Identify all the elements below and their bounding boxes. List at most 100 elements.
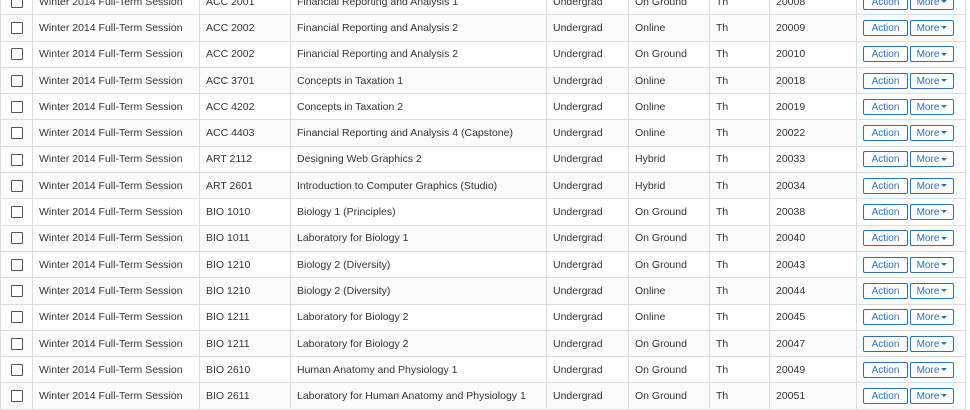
row-checkbox[interactable] bbox=[10, 337, 23, 350]
row-checkbox[interactable] bbox=[10, 363, 23, 376]
day-cell: Th bbox=[709, 224, 770, 252]
action-button[interactable]: Action bbox=[863, 204, 908, 221]
level-cell: Undergrad bbox=[546, 93, 629, 121]
row-select-cell bbox=[0, 0, 33, 16]
day-cell: Th bbox=[709, 172, 770, 200]
caret-down-icon bbox=[941, 52, 948, 56]
course-code-cell: ACC 4202 bbox=[199, 93, 291, 121]
row-checkbox[interactable] bbox=[10, 179, 23, 192]
more-dropdown-button[interactable]: More bbox=[910, 72, 954, 89]
row-checkbox[interactable] bbox=[10, 153, 23, 166]
action-button[interactable]: Action bbox=[863, 151, 908, 168]
more-dropdown-button[interactable]: More bbox=[910, 177, 954, 194]
action-button[interactable]: Action bbox=[863, 125, 908, 142]
course-code-cell: ACC 2002 bbox=[199, 40, 291, 68]
action-button[interactable]: Action bbox=[863, 309, 908, 326]
action-button[interactable]: Action bbox=[863, 230, 908, 247]
more-dropdown-button[interactable]: More bbox=[910, 361, 954, 378]
row-checkbox[interactable] bbox=[10, 311, 23, 324]
caret-down-icon bbox=[941, 394, 948, 398]
row-checkbox[interactable] bbox=[10, 390, 23, 403]
session-cell: Winter 2014 Full-Term Session bbox=[32, 303, 200, 331]
action-button[interactable]: Action bbox=[863, 335, 908, 352]
row-actions-cell: Action More bbox=[856, 66, 966, 95]
action-button[interactable]: Action bbox=[863, 72, 908, 89]
course-code-cell: BIO 1010 bbox=[199, 198, 291, 226]
row-checkbox[interactable] bbox=[10, 258, 23, 271]
row-checkbox[interactable] bbox=[10, 127, 23, 140]
row-actions-cell: Action More bbox=[856, 14, 966, 42]
delivery-mode-cell: On Ground bbox=[628, 382, 710, 410]
level-cell: Undergrad bbox=[546, 277, 629, 305]
row-checkbox[interactable] bbox=[10, 206, 23, 219]
row-select-cell bbox=[0, 40, 33, 68]
row-checkbox[interactable] bbox=[10, 22, 23, 35]
more-label: More bbox=[916, 364, 940, 376]
delivery-mode-cell: On Ground bbox=[628, 250, 710, 279]
action-button[interactable]: Action bbox=[863, 46, 908, 63]
row-actions-cell: Action More bbox=[856, 0, 966, 16]
action-button[interactable]: Action bbox=[863, 282, 908, 299]
more-dropdown-button[interactable]: More bbox=[910, 204, 954, 221]
row-actions-cell: Action More bbox=[856, 119, 966, 147]
crn-cell: 20051 bbox=[769, 382, 857, 410]
action-button[interactable]: Action bbox=[863, 361, 908, 378]
caret-down-icon bbox=[941, 184, 948, 188]
course-code-cell: BIO 2610 bbox=[199, 356, 291, 384]
crn-cell: 20047 bbox=[769, 329, 857, 358]
more-label: More bbox=[916, 180, 940, 192]
table-row: Winter 2014 Full-Term Session BIO 1010 Bio… bbox=[0, 198, 966, 226]
action-button[interactable]: Action bbox=[863, 0, 908, 10]
caret-down-icon bbox=[941, 262, 948, 266]
day-cell: Th bbox=[709, 329, 770, 358]
row-checkbox[interactable] bbox=[10, 100, 23, 113]
session-cell: Winter 2014 Full-Term Session bbox=[32, 172, 200, 200]
day-cell: Th bbox=[709, 40, 770, 68]
more-dropdown-button[interactable]: More bbox=[910, 125, 954, 142]
caret-down-icon bbox=[941, 0, 948, 3]
more-dropdown-button[interactable]: More bbox=[910, 230, 954, 247]
row-checkbox[interactable] bbox=[10, 285, 23, 298]
more-dropdown-button[interactable]: More bbox=[910, 151, 954, 168]
delivery-mode-cell: Online bbox=[628, 14, 710, 42]
row-checkbox[interactable] bbox=[10, 232, 23, 245]
caret-down-icon bbox=[941, 315, 948, 319]
row-select-cell bbox=[0, 356, 33, 384]
more-label: More bbox=[916, 75, 940, 87]
session-cell: Winter 2014 Full-Term Session bbox=[32, 40, 200, 68]
caret-down-icon bbox=[941, 131, 948, 135]
crn-cell: 20010 bbox=[769, 40, 857, 68]
action-button[interactable]: Action bbox=[863, 388, 908, 405]
more-dropdown-button[interactable]: More bbox=[910, 98, 954, 115]
action-button[interactable]: Action bbox=[863, 256, 908, 273]
action-button[interactable]: Action bbox=[863, 177, 908, 194]
row-checkbox[interactable] bbox=[10, 0, 23, 8]
row-checkbox[interactable] bbox=[10, 74, 23, 87]
level-cell: Undergrad bbox=[546, 145, 629, 174]
level-cell: Undergrad bbox=[546, 329, 629, 358]
more-label: More bbox=[916, 101, 940, 113]
more-dropdown-button[interactable]: More bbox=[910, 335, 954, 352]
more-dropdown-button[interactable]: More bbox=[910, 256, 954, 273]
crn-cell: 20034 bbox=[769, 172, 857, 200]
row-checkbox[interactable] bbox=[10, 48, 23, 61]
day-cell: Th bbox=[709, 0, 770, 16]
crn-cell: 20044 bbox=[769, 277, 857, 305]
more-dropdown-button[interactable]: More bbox=[910, 19, 954, 36]
action-button[interactable]: Action bbox=[863, 19, 908, 36]
more-dropdown-button[interactable]: More bbox=[910, 282, 954, 299]
level-cell: Undergrad bbox=[546, 356, 629, 384]
day-cell: Th bbox=[709, 93, 770, 121]
more-label: More bbox=[916, 207, 940, 219]
more-dropdown-button[interactable]: More bbox=[910, 46, 954, 63]
more-label: More bbox=[916, 285, 940, 297]
more-label: More bbox=[916, 0, 940, 8]
more-dropdown-button[interactable]: More bbox=[910, 0, 954, 10]
more-dropdown-button[interactable]: More bbox=[910, 309, 954, 326]
course-sections-table: Winter 2014 Full-Term Session ACC 2001 Fin… bbox=[0, 0, 966, 410]
course-title-cell: Laboratory for Human Anatomy and Physiol… bbox=[290, 382, 547, 410]
table-row: Winter 2014 Full-Term Session ACC 4403 Fin… bbox=[0, 119, 966, 147]
session-cell: Winter 2014 Full-Term Session bbox=[32, 145, 200, 174]
action-button[interactable]: Action bbox=[863, 98, 908, 115]
more-dropdown-button[interactable]: More bbox=[910, 388, 954, 405]
